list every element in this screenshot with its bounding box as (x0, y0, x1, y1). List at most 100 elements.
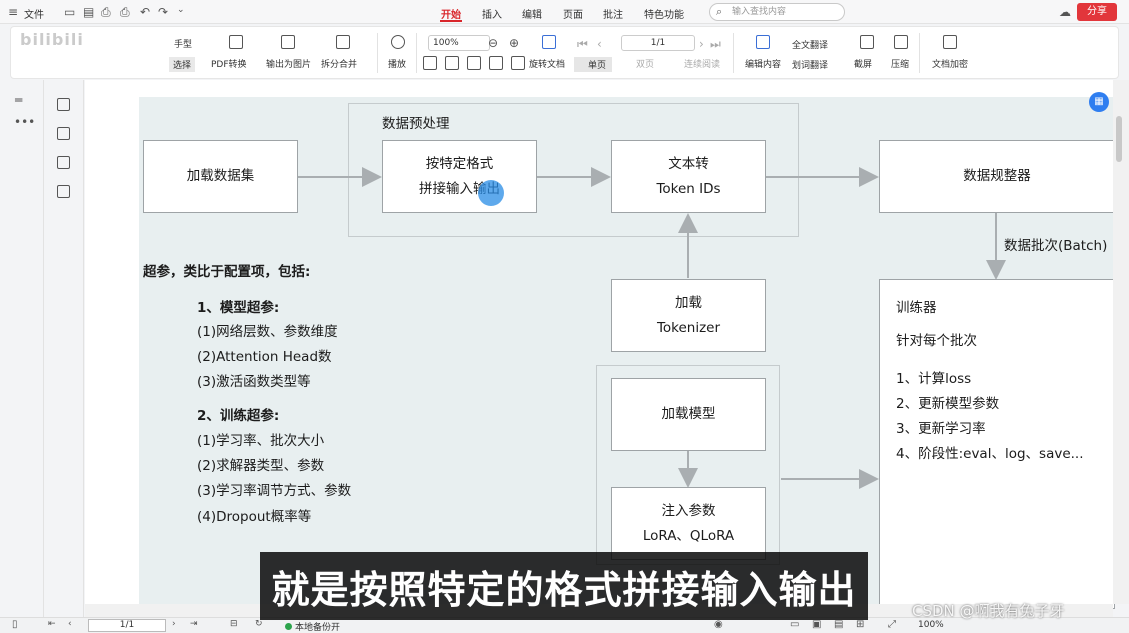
search-input[interactable]: ⌕ 输入查找内容 (709, 3, 845, 21)
print-preview-icon[interactable]: ⎙ (120, 6, 130, 18)
split-merge-button[interactable]: 拆分合并 (321, 57, 357, 70)
split-merge-icon (336, 35, 350, 49)
comment-icon[interactable] (57, 156, 70, 169)
single-page-button[interactable]: 单页 (574, 57, 613, 72)
bookmark-icon[interactable] (57, 98, 70, 111)
backup-status-dot (285, 623, 292, 630)
status-page-input[interactable]: 1/1 (88, 619, 166, 632)
prev-page-icon[interactable]: ‹ (68, 620, 72, 629)
divider (919, 33, 920, 73)
eye-icon[interactable]: ◉ (714, 620, 723, 630)
tab-insert[interactable]: 插入 (482, 6, 502, 21)
cloud-icon[interactable]: ☁ (1059, 6, 1071, 18)
page-indicator: 1/1 (650, 38, 666, 48)
csdn-watermark: CSDN @啊我有兔子牙 (912, 602, 1065, 620)
first-page-icon[interactable]: ⏮ (577, 38, 588, 50)
tab-features[interactable]: 特色功能 (644, 6, 684, 21)
doc-encrypt-button[interactable]: 文档加密 (932, 57, 968, 70)
train-hyperparam-item: (2)求解器类型、参数 (197, 458, 325, 474)
rotate-icon[interactable]: ↻ (255, 620, 263, 629)
format-box: 按特定格式 拼接输入输出 (382, 140, 537, 213)
more-icon[interactable]: ••• (14, 116, 35, 128)
load-dataset-label: 加载数据集 (186, 168, 255, 184)
save-icon[interactable]: ▤ (83, 6, 94, 18)
view-mode-icon[interactable]: ▭ (790, 620, 799, 630)
zoom-out-icon[interactable]: ⊖ (488, 37, 498, 49)
tab-start[interactable]: 开始 (441, 6, 461, 21)
menu-icon[interactable]: ≡ (8, 6, 18, 18)
navigation-panel (44, 80, 84, 617)
redo-icon[interactable]: ↷ (158, 6, 168, 18)
play-icon (391, 35, 405, 49)
fit-page-icon[interactable] (445, 56, 459, 70)
open-folder-icon[interactable]: ▭ (64, 6, 75, 18)
fit-icon[interactable]: ⊟ (230, 620, 238, 629)
pdf-convert-button[interactable]: PDF转换 (211, 57, 247, 70)
bilibili-watermark-logo: bilibili (20, 30, 84, 49)
last-page-icon[interactable]: ⇥ (190, 620, 198, 629)
fit-width-icon[interactable] (467, 56, 481, 70)
load-dataset-box: 加载数据集 (143, 140, 298, 213)
prev-page-icon[interactable]: ‹ (597, 38, 602, 50)
compress-button[interactable]: 压缩 (891, 57, 909, 70)
collapse-icon[interactable]: ═ (15, 94, 22, 106)
last-page-icon[interactable]: ⏭ (710, 38, 721, 50)
tab-comment[interactable]: 批注 (603, 6, 623, 21)
sidebar-toggle-icon[interactable]: ▯ (12, 620, 18, 630)
divider (416, 33, 417, 73)
page-input[interactable]: 1/1 (621, 35, 695, 51)
backup-status[interactable]: 本地备份开 (285, 620, 340, 633)
fullscreen-icon[interactable]: ⤢ (888, 620, 896, 630)
model-hyperparam-item: (1)网络层数、参数维度 (197, 324, 338, 340)
token-ids-box: 文本转 Token IDs (611, 140, 766, 213)
zoom-in-icon[interactable]: ⊕ (509, 37, 519, 49)
model-hyperparam-item: (3)激活函数类型等 (197, 374, 311, 390)
token-ids-line2: Token IDs (656, 180, 721, 197)
next-page-icon[interactable]: › (699, 38, 704, 50)
select-tool-button[interactable]: 选择 (169, 57, 196, 72)
thumbnail-icon[interactable] (57, 127, 70, 140)
file-menu[interactable]: 文件 (24, 6, 44, 21)
rotate-icon[interactable] (489, 56, 503, 70)
status-zoom[interactable]: 100% (918, 620, 944, 630)
edit-content-button[interactable]: 编辑内容 (745, 57, 781, 70)
rotate-doc-button[interactable]: 旋转文档 (529, 57, 565, 70)
train-hyperparam-item: (4)Dropout概率等 (197, 509, 312, 525)
doc-encrypt-icon (943, 35, 957, 49)
hand-tool-button[interactable]: 手型 (174, 37, 192, 50)
full-translate-button[interactable]: 全文翻译 (792, 38, 828, 51)
pdf-convert-icon (229, 35, 243, 49)
double-page-button[interactable]: 双页 (636, 57, 654, 70)
share-label: 分享 (1087, 6, 1107, 17)
load-model-label: 加载模型 (661, 406, 716, 422)
data-normalizer-label: 数据规整器 (963, 168, 1031, 184)
rotate-doc-icon (542, 35, 556, 49)
first-page-icon[interactable]: ⇤ (48, 620, 56, 629)
trainer-title: 训练器 (896, 300, 937, 316)
preprocess-group-title: 数据预处理 (382, 116, 450, 132)
next-page-icon[interactable]: › (172, 620, 176, 629)
word-translate-button[interactable]: 划词翻译 (792, 58, 828, 71)
view-mode-icon[interactable]: ▣ (812, 620, 821, 630)
undo-icon[interactable]: ↶ (140, 6, 150, 18)
tab-page[interactable]: 页面 (563, 6, 583, 21)
floating-tool-button[interactable]: ▦ (1089, 92, 1109, 112)
play-button[interactable]: 播放 (388, 57, 406, 70)
view-mode-icon[interactable]: ⊞ (856, 620, 864, 630)
vertical-scroll-thumb[interactable] (1116, 116, 1122, 162)
tab-edit[interactable]: 编辑 (522, 6, 542, 21)
format-line1: 按特定格式 (425, 155, 494, 172)
trainer-step: 2、更新模型参数 (896, 396, 1000, 412)
crop-icon[interactable] (511, 56, 525, 70)
screenshot-button[interactable]: 截屏 (854, 57, 872, 70)
attachment-icon[interactable] (57, 185, 70, 198)
print-icon[interactable]: ⎙ (101, 6, 111, 18)
search-placeholder: 输入查找内容 (732, 7, 787, 17)
export-image-button[interactable]: 输出为图片 (266, 57, 311, 70)
zoom-select[interactable]: 100% (428, 35, 490, 51)
view-mode-icon[interactable]: ▤ (834, 620, 843, 630)
chevron-down-icon[interactable]: ⌄ (177, 6, 185, 15)
actual-size-icon[interactable] (423, 56, 437, 70)
continuous-read-button[interactable]: 连续阅读 (684, 57, 720, 70)
share-button[interactable]: 分享 (1077, 3, 1117, 21)
